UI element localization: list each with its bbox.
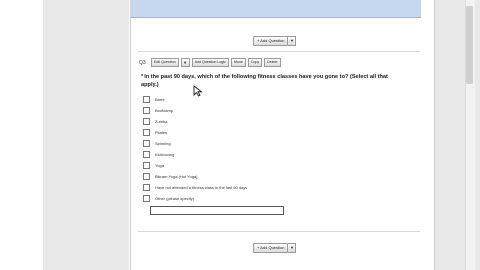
option-bootcamp[interactable]: Bootcamp: [143, 107, 173, 114]
option-kickboxing[interactable]: Kickboxing: [143, 151, 174, 158]
checkbox[interactable]: [143, 118, 150, 125]
question-text: In the past 90 days, which of the follow…: [141, 74, 388, 88]
add-question-bottom: + Add Question ▼: [253, 243, 297, 253]
option-barre[interactable]: Barre: [143, 96, 165, 103]
checkbox[interactable]: [143, 162, 150, 169]
add-question-button[interactable]: + Add Question: [253, 36, 289, 46]
left-gutter: [43, 0, 129, 270]
option-label: Other (please specify): [155, 196, 195, 201]
option-bikram-yoga[interactable]: Bikram Yoga (Hot Yoga): [143, 173, 197, 180]
checkbox[interactable]: [143, 184, 150, 191]
option-label: Zumba: [155, 119, 168, 124]
add-question-dropdown-icon[interactable]: ▼: [288, 243, 297, 253]
edit-question-button[interactable]: Edit Question: [151, 58, 179, 67]
checkbox[interactable]: [143, 129, 150, 136]
checkbox[interactable]: [143, 140, 150, 147]
mouse-pointer-icon: [193, 85, 203, 97]
question-number: Q3: [139, 60, 146, 66]
edit-question-dropdown-icon[interactable]: ▼: [180, 58, 190, 67]
add-question-button[interactable]: + Add Question: [253, 243, 289, 253]
copy-button[interactable]: Copy: [247, 58, 263, 67]
add-question-logic-button[interactable]: Add Question Logic: [191, 58, 229, 67]
add-question-dropdown-icon[interactable]: ▼: [288, 36, 297, 46]
option-label: Yoga: [155, 163, 164, 168]
checkbox[interactable]: [143, 107, 150, 114]
required-marker: *: [141, 74, 144, 80]
move-button[interactable]: Move: [230, 58, 246, 67]
option-label: Kickboxing: [155, 152, 175, 157]
option-label: Spinning: [155, 141, 171, 146]
option-label: Bootcamp: [155, 108, 174, 113]
option-spinning[interactable]: Spinning: [143, 140, 171, 147]
question-toolbar: Edit Question ▼ Add Question Logic Move …: [151, 58, 281, 67]
option-label: Have not attended a fitness class in the…: [155, 185, 248, 190]
divider: [138, 51, 420, 52]
option-pilates[interactable]: Pilates: [143, 129, 167, 136]
checkbox[interactable]: [143, 151, 150, 158]
option-other[interactable]: Other (please specify): [143, 195, 194, 202]
delete-button[interactable]: Delete: [264, 58, 281, 67]
option-label: Pilates: [155, 130, 168, 135]
checkbox[interactable]: [143, 173, 150, 180]
add-question-top: + Add Question ▼: [253, 36, 297, 46]
question-text-block: *In the past 90 days, which of the follo…: [141, 73, 403, 89]
option-none[interactable]: Have not attended a fitness class in the…: [143, 184, 247, 191]
page-header-strip: [131, 0, 421, 18]
option-label: Bikram Yoga (Hot Yoga): [155, 174, 198, 179]
checkbox[interactable]: [143, 195, 150, 202]
scrollbar-thumb[interactable]: [466, 6, 473, 84]
option-zumba[interactable]: Zumba: [143, 118, 167, 125]
option-yoga[interactable]: Yoga: [143, 162, 164, 169]
other-specify-input[interactable]: [150, 206, 284, 215]
checkbox[interactable]: [143, 96, 150, 103]
divider: [138, 231, 420, 232]
option-label: Barre: [155, 97, 165, 102]
